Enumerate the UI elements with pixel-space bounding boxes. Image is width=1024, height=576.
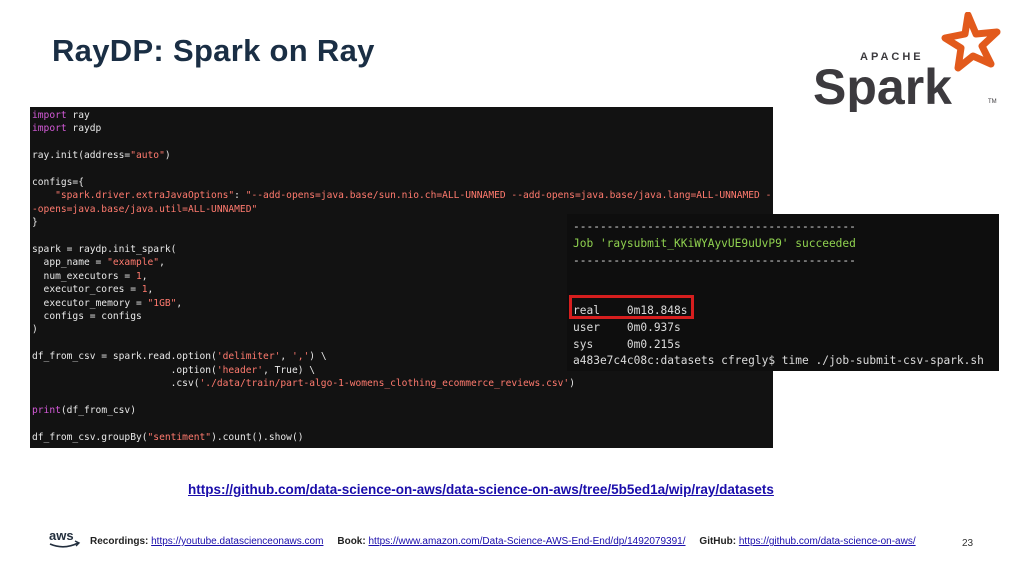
terminal-token: ----------------------------------------… (573, 220, 856, 233)
code-line: configs = configs (32, 310, 142, 323)
code-token: print (32, 404, 61, 416)
code-line: ray.init(address="auto") (32, 149, 171, 162)
aws-logo: aws (49, 528, 81, 548)
terminal-line: ----------------------------------------… (573, 254, 856, 268)
code-token: (df_from_csv) (60, 404, 136, 416)
code-token: "auto" (130, 150, 165, 162)
code-line: configs={ (32, 176, 84, 189)
code-line: executor_memory = "1GB", (32, 297, 183, 310)
code-token: .csv( (32, 378, 200, 389)
slide-title: RayDP: Spark on Ray (52, 33, 375, 68)
code-token: ray (66, 110, 90, 121)
code-line: .option('header', True) \ (32, 364, 315, 377)
code-token: .option( (32, 364, 217, 376)
code-line: print(df_from_csv) (32, 404, 136, 417)
code-token: , (280, 351, 292, 363)
code-line: .csv('./data/train/part-algo-1-womens_cl… (32, 377, 575, 390)
code-line: } (32, 216, 38, 229)
github-link[interactable]: https://github.com/data-science-on-aws/ (739, 536, 916, 547)
code-token: ) (164, 150, 171, 162)
code-line: df_from_csv.groupBy("sentiment").count()… (32, 431, 304, 444)
code-token: df_from_csv.groupBy( (32, 431, 148, 443)
recordings-link[interactable]: https://youtube.datascienceonaws.com (151, 536, 323, 547)
code-token: './data/train/part-algo-1-womens_clothin… (199, 378, 570, 389)
terminal-line: a483e7c4c08c:datasets cfregly$ time ./jo… (573, 354, 984, 368)
code-token: raydp (66, 123, 102, 135)
book-link[interactable]: https://www.amazon.com/Data-Science-AWS-… (368, 536, 685, 547)
code-token: executor_cores = (32, 284, 142, 296)
book-label: Book: (337, 536, 366, 547)
logo-spark-text: Spark (813, 59, 952, 112)
logo-star-icon (941, 12, 1001, 72)
logo-tm: TM (988, 99, 997, 105)
code-token: ray.init(address= (32, 150, 131, 162)
code-token: spark = raydp.init_spark( (32, 244, 177, 255)
code-token: "1GB" (147, 297, 177, 309)
code-token: import (32, 110, 67, 121)
code-token: "spark.driver.extraJavaOptions" (55, 190, 235, 202)
code-line: import raydp (32, 122, 101, 135)
code-token: : (234, 190, 246, 202)
code-token: -opens=java.base/java.util=ALL-UNNAMED" (32, 203, 258, 215)
code-token: configs = configs (32, 311, 142, 322)
code-line: executor_cores = 1, (32, 283, 154, 296)
terminal-token: a483e7c4c08c:datasets cfregly$ time ./jo… (573, 354, 984, 368)
aws-logo-text: aws (49, 528, 74, 543)
apache-spark-logo: APACHE Spark TM (813, 12, 1001, 112)
page-number: 23 (962, 538, 974, 549)
code-token: ) (569, 378, 575, 389)
code-token: , True) \ (263, 364, 316, 376)
code-line: -opens=java.base/java.util=ALL-UNNAMED" (32, 203, 257, 216)
terminal-line: Job 'raysubmit_KKiWYAyvUE9uUvP9' succeed… (573, 237, 856, 251)
code-token: import (32, 123, 67, 135)
real-time-highlight-box (569, 295, 694, 319)
code-line: num_executors = 1, (32, 270, 148, 283)
terminal-token: sys 0m0.215s (573, 337, 681, 351)
code-token: , (147, 284, 154, 296)
code-token: configs={ (32, 177, 84, 188)
code-token: 'header' (216, 364, 264, 376)
code-token: num_executors = (32, 270, 136, 282)
code-token: , (159, 257, 165, 269)
code-token: ) (32, 324, 38, 336)
code-token: "example" (107, 257, 160, 269)
terminal-line: sys 0m0.215s (573, 338, 681, 352)
code-line: df_from_csv = spark.read.option('delimit… (32, 350, 327, 363)
code-token: } (32, 217, 38, 229)
code-token: ) \ (309, 351, 327, 363)
code-line: app_name = "example", (32, 256, 165, 269)
code-token: df_from_csv = spark.read.option( (32, 351, 217, 363)
github-label: GitHub: (699, 536, 737, 547)
code-line: ) (32, 323, 38, 336)
code-token: , (176, 297, 183, 309)
code-token: "sentiment" (147, 431, 212, 443)
code-line: spark = raydp.init_spark( (32, 243, 176, 256)
code-token: 'delimiter' (216, 351, 281, 363)
github-datasets-link[interactable]: https://github.com/data-science-on-aws/d… (188, 482, 774, 497)
code-token: , (141, 270, 148, 282)
code-token: "--add-opens=java.base/sun.nio.ch=ALL-UN… (245, 190, 773, 202)
code-token: app_name = (32, 257, 108, 269)
aws-smile-icon (49, 542, 79, 548)
terminal-token: ----------------------------------------… (573, 253, 856, 267)
terminal-output-screenshot: ----------------------------------------… (567, 214, 999, 371)
recordings-label: Recordings: (90, 536, 149, 547)
code-token: executor_memory = (32, 297, 148, 309)
code-token: ',' (291, 351, 310, 363)
code-line: import ray (32, 109, 90, 122)
code-line: "spark.driver.extraJavaOptions": "--add-… (32, 189, 773, 202)
terminal-line: user 0m0.937s (573, 321, 681, 335)
terminal-token: Job 'raysubmit_KKiWYAyvUE9uUvP9' succeed… (573, 236, 856, 250)
footer-links: Recordings: https://youtube.datascienceo… (90, 536, 916, 547)
code-token: ).count().show() (211, 431, 304, 443)
terminal-token: user 0m0.937s (573, 320, 681, 334)
terminal-line: ----------------------------------------… (573, 220, 856, 234)
